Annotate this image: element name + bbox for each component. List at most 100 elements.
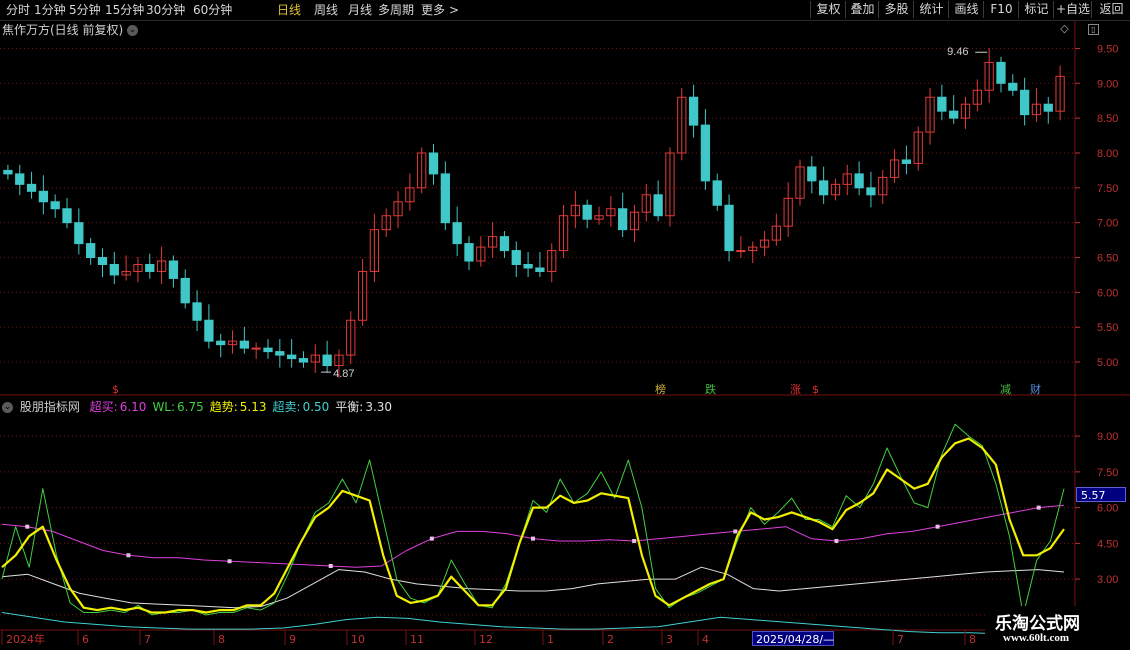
candle bbox=[511, 250, 521, 265]
time-label: 11 bbox=[410, 633, 424, 646]
candle bbox=[275, 351, 285, 356]
time-label: 10 bbox=[351, 633, 365, 646]
timeframe-1[interactable]: 1分钟 bbox=[34, 2, 66, 18]
candle bbox=[653, 194, 663, 217]
toolbar-button-8[interactable]: 返回 bbox=[1091, 1, 1130, 18]
timeframe-4[interactable]: 30分钟 bbox=[146, 2, 185, 18]
period-toolbar: 分时 1分钟 5分钟 15分钟 30分钟 60分钟 日线 周线 月线 多周期 更多 > 复权 叠加 多股 统计… bbox=[0, 0, 1130, 21]
timeframe-3[interactable]: 15分钟 bbox=[105, 2, 144, 18]
timeframe-6[interactable]: 日线 bbox=[277, 2, 301, 18]
candle bbox=[263, 347, 273, 353]
timeframe-0[interactable]: 分时 bbox=[6, 2, 30, 18]
overbought-marker bbox=[531, 536, 535, 541]
price-tick-label: 7.00 bbox=[1097, 218, 1118, 230]
toolbar-button-2[interactable]: 多股 bbox=[878, 1, 914, 18]
indicator-value-2: 5.13 bbox=[239, 400, 267, 414]
candle bbox=[322, 354, 332, 367]
indicator-dropdown-icon[interactable]: ⌄ bbox=[2, 402, 13, 413]
toolbar-button-0[interactable]: 复权 bbox=[810, 1, 846, 18]
overbought-marker bbox=[227, 559, 232, 564]
time-label: 6 bbox=[82, 633, 89, 646]
candle bbox=[145, 263, 155, 272]
more-arrow-icon[interactable]: > bbox=[449, 2, 459, 18]
toolbar-button-4[interactable]: 画线 bbox=[948, 1, 984, 18]
indicator-current-value: 5.57 bbox=[1076, 487, 1126, 502]
candle bbox=[1019, 89, 1030, 116]
time-label: 3 bbox=[666, 633, 673, 646]
candle bbox=[168, 260, 179, 279]
window-toggle-icon[interactable]: ▯ bbox=[1088, 24, 1099, 35]
high-price-label: 9.46 bbox=[947, 46, 968, 58]
toolbar-button-3[interactable]: 统计 bbox=[913, 1, 949, 18]
candle bbox=[807, 166, 817, 182]
timeframe-7[interactable]: 周线 bbox=[314, 2, 338, 18]
candle bbox=[109, 263, 119, 276]
candle bbox=[239, 340, 249, 349]
overbought-line bbox=[1, 504, 1065, 568]
price-tick-label: 7.50 bbox=[1097, 183, 1118, 195]
indicator-value-4: 3.30 bbox=[365, 400, 393, 414]
candle bbox=[298, 358, 309, 363]
candle bbox=[949, 110, 959, 119]
overbought-marker bbox=[25, 524, 30, 529]
time-label: 12 bbox=[479, 633, 493, 646]
timeframe-5[interactable]: 60分钟 bbox=[193, 2, 232, 18]
candle bbox=[937, 96, 947, 112]
candle bbox=[866, 187, 876, 196]
candle bbox=[204, 319, 214, 342]
timeframe-2[interactable]: 5分钟 bbox=[69, 2, 101, 18]
timeframe-9[interactable]: 多周期 bbox=[378, 2, 414, 18]
toolbar-button-5[interactable]: F10 bbox=[983, 1, 1019, 18]
price-tick-label: 5.50 bbox=[1097, 322, 1118, 334]
watermark: 乐淘公式网 www.60lt.com bbox=[985, 606, 1130, 650]
overbought-marker bbox=[126, 553, 131, 558]
indicator-value-1: 6.75 bbox=[177, 400, 204, 414]
watermark-url: www.60lt.com bbox=[1003, 632, 1069, 644]
candle bbox=[618, 208, 628, 231]
price-tick-label: 6.00 bbox=[1097, 287, 1118, 299]
candle bbox=[74, 222, 84, 245]
time-label: 4 bbox=[702, 633, 709, 646]
candle bbox=[712, 180, 722, 206]
time-label: 1 bbox=[547, 633, 554, 646]
overbought-marker bbox=[328, 564, 333, 568]
time-label: 8 bbox=[218, 633, 225, 646]
price-tick-label: 8.50 bbox=[1097, 113, 1118, 125]
price-tick-label: 9.00 bbox=[1097, 78, 1118, 90]
stock-title: 焦作万方(日线 前复权) ⌄ bbox=[2, 21, 141, 38]
candle bbox=[1008, 82, 1018, 91]
chart-canvas[interactable]: 9.46 4.87 $ 榜 跌 涨 $ 减 财 9.50 9.00 8.50 8.00 7.50 7.00… bbox=[0, 0, 1130, 650]
indicator-label-0: 超买: bbox=[89, 400, 118, 414]
stock-title-text: 焦作万方(日线 前复权) bbox=[2, 23, 124, 37]
timeframe-8[interactable]: 月线 bbox=[348, 2, 372, 18]
title-dropdown-icon[interactable]: ⌄ bbox=[127, 25, 139, 36]
candle bbox=[38, 190, 49, 203]
candle bbox=[192, 302, 202, 321]
candle bbox=[62, 208, 72, 224]
price-tick-label: 8.00 bbox=[1097, 148, 1118, 160]
candle bbox=[819, 180, 829, 196]
toolbar-button-6[interactable]: 标记 bbox=[1018, 1, 1054, 18]
indicator-name: 股朋指标网 bbox=[19, 400, 80, 414]
time-label: 9 bbox=[289, 633, 296, 646]
watermark-title: 乐淘公式网 bbox=[995, 614, 1080, 634]
timeframe-10[interactable]: 更多 bbox=[421, 2, 445, 18]
indicator-header: ⌄ 股朋指标网 超买: 6.10 WL: 6.75 趋势: 5.13 超卖: 0.50 平衡: 3… bbox=[2, 398, 392, 415]
candle bbox=[464, 243, 474, 262]
candle bbox=[50, 201, 60, 210]
toolbar-button-7[interactable]: +自选 bbox=[1053, 1, 1092, 18]
indicator-value-0: 6.10 bbox=[119, 400, 147, 414]
toolbar-button-1[interactable]: 叠加 bbox=[845, 1, 879, 18]
candle bbox=[26, 183, 37, 192]
time-label: 8 bbox=[969, 633, 976, 646]
overbought-marker bbox=[632, 538, 637, 543]
candle bbox=[86, 243, 96, 259]
candle bbox=[452, 222, 462, 245]
price-tick-label: 5.00 bbox=[1097, 357, 1118, 369]
event-marker: $ bbox=[812, 383, 819, 396]
oversold-line bbox=[1, 612, 1064, 635]
indicator-label-4: 平衡: bbox=[335, 400, 364, 414]
event-marker: 榜 bbox=[655, 382, 666, 396]
diamond-icon[interactable]: ◇ bbox=[1060, 23, 1069, 34]
low-price-label: 4.87 bbox=[333, 368, 354, 380]
